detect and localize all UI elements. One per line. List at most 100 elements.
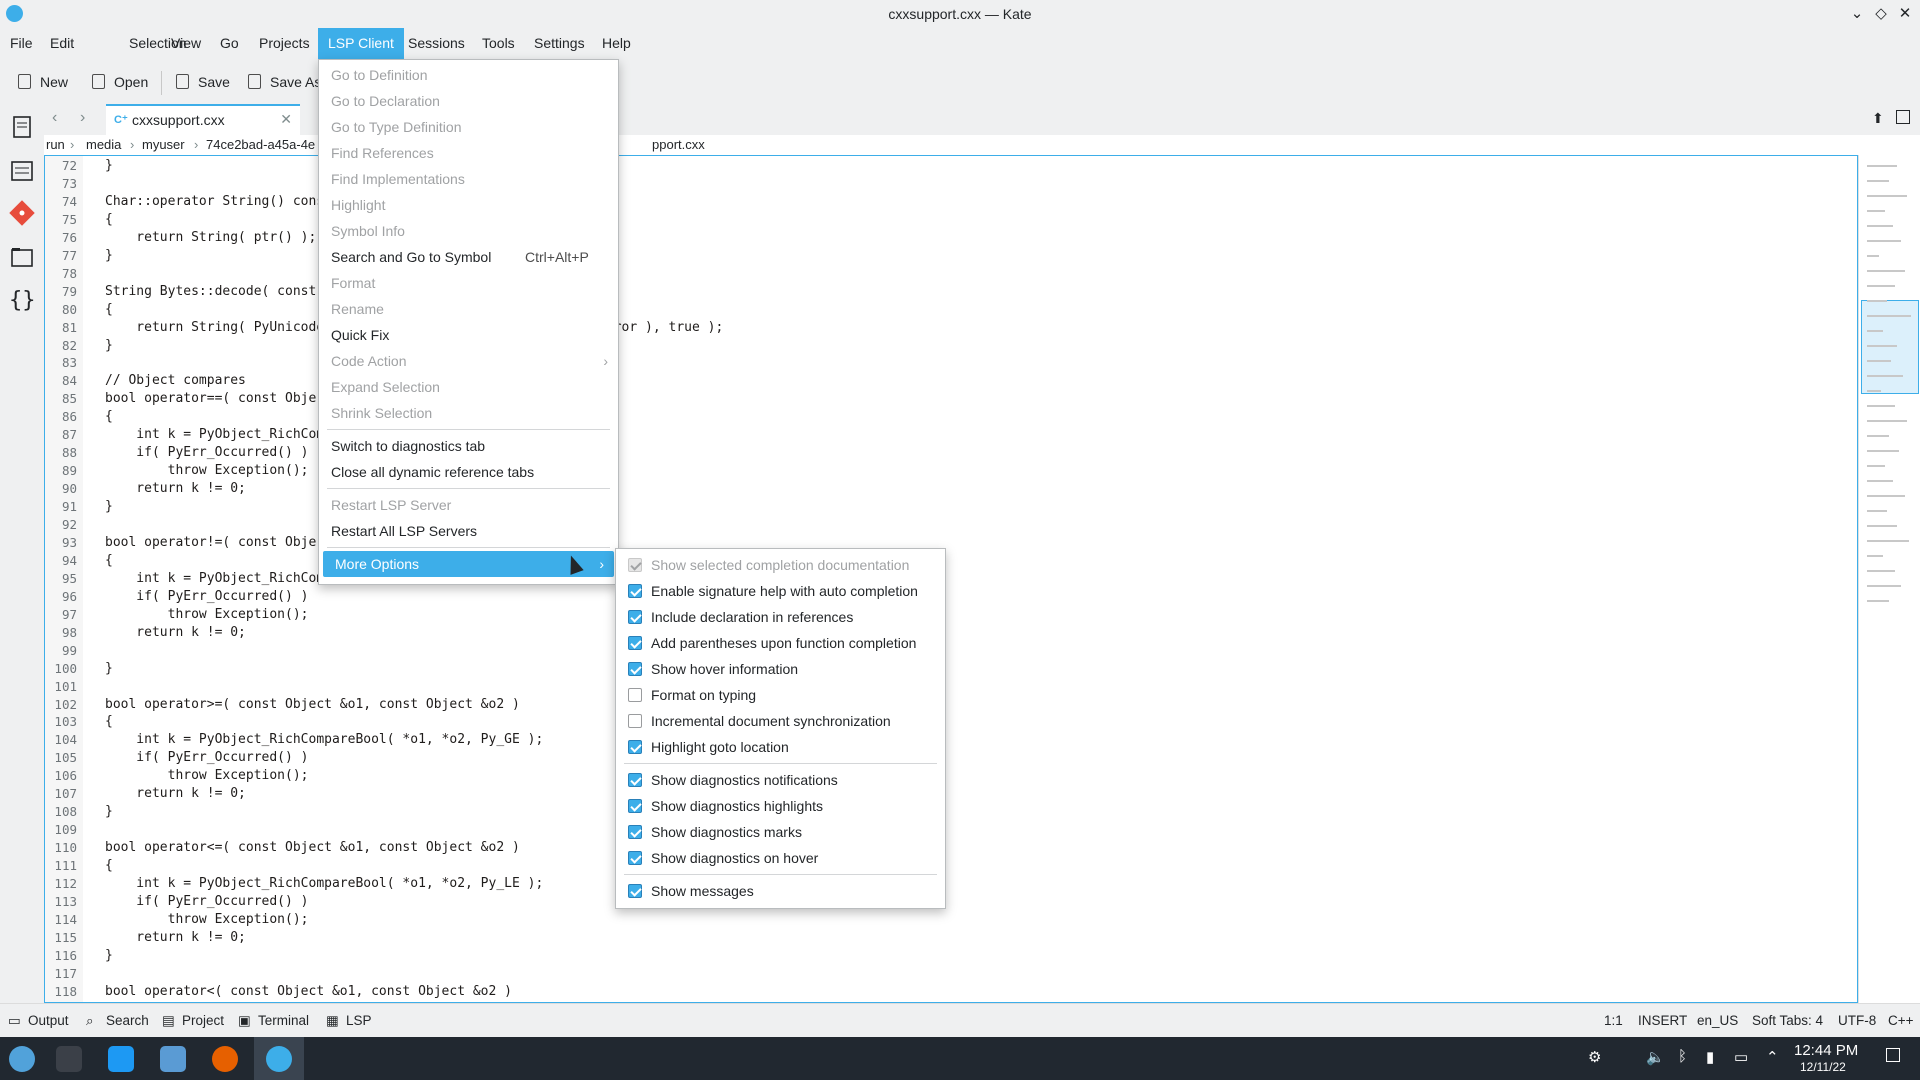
- toolbar-separator: [161, 71, 162, 95]
- search-tab[interactable]: Search: [106, 1013, 149, 1028]
- checkbox-checked-icon[interactable]: [628, 558, 642, 572]
- discover-icon[interactable]: [108, 1046, 134, 1072]
- project-tab[interactable]: Project: [182, 1013, 224, 1028]
- input-mode[interactable]: INSERT: [1638, 1013, 1687, 1028]
- checkbox-unchecked-icon[interactable]: [628, 714, 642, 728]
- menu-tools[interactable]: Tools: [472, 28, 525, 59]
- checkbox-checked-icon[interactable]: [628, 662, 642, 676]
- code-line: return k != 0;: [105, 786, 246, 802]
- maximize-icon[interactable]: ◇: [1872, 5, 1890, 23]
- clock-time[interactable]: 12:44 PM: [1794, 1042, 1858, 1059]
- symbols-list-icon[interactable]: [9, 158, 35, 184]
- more-options-item[interactable]: Include declaration in references: [616, 604, 945, 630]
- breadcrumb-item[interactable]: 74ce2bad-a45a-4e: [206, 137, 315, 152]
- pin-icon[interactable]: ⬆: [1872, 110, 1884, 127]
- terminal-tab[interactable]: Terminal: [258, 1013, 309, 1028]
- option-label: Show diagnostics highlights: [651, 798, 823, 814]
- menu-help[interactable]: Help: [592, 28, 641, 59]
- tray-expand-icon[interactable]: ⌃: [1766, 1048, 1779, 1066]
- open-button[interactable]: Open: [88, 69, 148, 95]
- more-options-item[interactable]: Add parentheses upon function completion: [616, 630, 945, 656]
- breadcrumb-item[interactable]: pport.cxx: [652, 137, 705, 152]
- documents-icon[interactable]: [9, 114, 35, 140]
- bluetooth-icon[interactable]: ᛒ: [1678, 1048, 1687, 1065]
- code-line: }: [105, 660, 113, 676]
- menu-sessions[interactable]: Sessions: [398, 28, 475, 59]
- lsp-menu-item: Go to Declaration: [319, 88, 618, 114]
- fedora-launcher-icon[interactable]: [9, 1046, 35, 1072]
- more-options-item[interactable]: Incremental document synchronization: [616, 708, 945, 734]
- lsp-menu-item[interactable]: Quick Fix: [319, 322, 618, 348]
- checkbox-checked-icon[interactable]: [628, 610, 642, 624]
- new-button[interactable]: New: [14, 69, 68, 95]
- lsp-menu-item[interactable]: Switch to diagnostics tab: [319, 433, 618, 459]
- menu-go[interactable]: Go: [210, 28, 249, 59]
- network-icon[interactable]: ▭: [1734, 1048, 1748, 1066]
- split-view-icon[interactable]: [1896, 110, 1910, 124]
- forward-arrow-icon[interactable]: ›: [80, 109, 85, 127]
- clock-date[interactable]: 12/11/22: [1800, 1060, 1846, 1074]
- lsp-menu-item: Shrink Selection: [319, 400, 618, 426]
- save-button[interactable]: Save: [172, 69, 230, 95]
- back-arrow-icon[interactable]: ‹: [52, 109, 57, 127]
- more-options-item[interactable]: Show messages: [616, 878, 945, 904]
- more-options-item[interactable]: Format on typing: [616, 682, 945, 708]
- checkbox-checked-icon[interactable]: [628, 884, 642, 898]
- more-options-item[interactable]: Highlight goto location: [616, 734, 945, 760]
- code-line: throw Exception();: [105, 463, 309, 479]
- minimap[interactable]: [1858, 155, 1920, 1003]
- indentation-setting[interactable]: Soft Tabs: 4: [1752, 1013, 1823, 1028]
- syntax-mode[interactable]: C++: [1888, 1013, 1914, 1028]
- dictionary-language[interactable]: en_US: [1697, 1013, 1738, 1028]
- battery-icon[interactable]: ▮: [1706, 1048, 1714, 1066]
- encoding[interactable]: UTF-8: [1838, 1013, 1876, 1028]
- code-editor[interactable]: 72} 73 74 Char::operator String() cons 75{76…: [44, 155, 1858, 1003]
- more-options-item[interactable]: Show hover information: [616, 656, 945, 682]
- checkbox-unchecked-icon[interactable]: [628, 688, 642, 702]
- breadcrumb-item[interactable]: run: [46, 137, 65, 152]
- tab-close-icon[interactable]: ✕: [280, 111, 292, 128]
- system-settings-icon[interactable]: ⚙: [1588, 1048, 1601, 1066]
- file-manager-icon[interactable]: [160, 1046, 186, 1072]
- checkbox-checked-icon[interactable]: [628, 773, 642, 787]
- breadcrumb-item[interactable]: myuser: [142, 137, 185, 152]
- volume-icon[interactable]: 🔈: [1646, 1048, 1665, 1066]
- menu-view[interactable]: View: [161, 28, 211, 59]
- checkbox-checked-icon[interactable]: [628, 799, 642, 813]
- more-options-item[interactable]: Show diagnostics notifications: [616, 767, 945, 793]
- save-as-button[interactable]: Save As: [244, 69, 321, 95]
- code-line: int k = PyObject_RichCom: [105, 570, 325, 586]
- checkbox-checked-icon[interactable]: [628, 584, 642, 598]
- kate-task-active[interactable]: [254, 1037, 304, 1080]
- firefox-icon[interactable]: [212, 1046, 238, 1072]
- checkbox-checked-icon[interactable]: [628, 825, 642, 839]
- minimize-icon[interactable]: ⌄: [1848, 5, 1866, 23]
- more-options-item[interactable]: Enable signature help with auto completi…: [616, 578, 945, 604]
- git-icon[interactable]: [9, 200, 35, 226]
- tab-cxxsupport[interactable]: C⁺ cxxsupport.cxx ✕: [106, 104, 300, 135]
- menu-file[interactable]: File: [0, 28, 43, 59]
- output-tab[interactable]: Output: [28, 1013, 69, 1028]
- show-desktop-icon[interactable]: [1886, 1048, 1900, 1062]
- menu-settings[interactable]: Settings: [524, 28, 595, 59]
- task-manager-icon[interactable]: [56, 1046, 82, 1072]
- lsp-menu-item[interactable]: Close all dynamic reference tabs: [319, 459, 618, 485]
- checkbox-checked-icon[interactable]: [628, 740, 642, 754]
- line-number: 111: [54, 858, 77, 874]
- projects-folder-icon[interactable]: [9, 244, 35, 270]
- menu-edit[interactable]: Edit: [40, 28, 84, 59]
- menu-lsp-client[interactable]: LSP Client: [318, 28, 404, 59]
- lsp-braces-icon[interactable]: {}: [9, 288, 36, 314]
- menu-projects[interactable]: Projects: [249, 28, 320, 59]
- lsp-menu-item[interactable]: Search and Go to Symbol Ctrl+Alt+P: [319, 244, 618, 270]
- lsp-menu-item[interactable]: Restart All LSP Servers: [319, 518, 618, 544]
- more-options-item[interactable]: Show diagnostics on hover: [616, 845, 945, 871]
- lsp-tab[interactable]: LSP: [346, 1013, 372, 1028]
- close-window-icon[interactable]: ✕: [1896, 5, 1914, 23]
- breadcrumb-item[interactable]: media: [86, 137, 121, 152]
- more-options-item[interactable]: Show diagnostics highlights: [616, 793, 945, 819]
- cursor-position[interactable]: 1:1: [1604, 1013, 1623, 1028]
- checkbox-checked-icon[interactable]: [628, 851, 642, 865]
- checkbox-checked-icon[interactable]: [628, 636, 642, 650]
- more-options-item[interactable]: Show diagnostics marks: [616, 819, 945, 845]
